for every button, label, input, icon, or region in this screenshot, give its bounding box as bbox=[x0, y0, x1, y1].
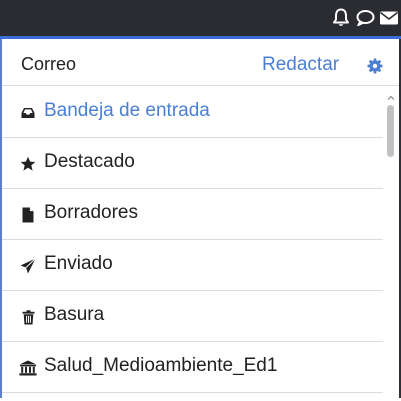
folder-item-inbox[interactable]: Bandeja de entrada bbox=[0, 87, 383, 138]
mail-panel-header: Correo Redactar bbox=[0, 42, 399, 86]
panel-left-border bbox=[0, 39, 2, 398]
inbox-icon bbox=[19, 104, 37, 122]
bell-icon[interactable] bbox=[329, 6, 353, 30]
gear-icon[interactable] bbox=[367, 58, 383, 74]
folder-list: Bandeja de entrada Destacado Borradores bbox=[0, 87, 383, 401]
folder-label: Basura bbox=[44, 304, 105, 325]
mail-dropdown-panel: Correo Redactar Bandeja de entrada Desta… bbox=[0, 36, 401, 398]
folder-label: Destacado bbox=[44, 151, 135, 172]
document-icon bbox=[19, 206, 37, 224]
folder-label: Borradores bbox=[44, 202, 138, 223]
folder-label: Enviado bbox=[44, 253, 113, 274]
trash-icon bbox=[19, 308, 37, 326]
topbar-icons bbox=[329, 6, 401, 30]
folder-item-trash[interactable]: Basura bbox=[0, 291, 383, 342]
folder-item-sent[interactable]: Enviado bbox=[0, 240, 383, 291]
paper-plane-icon bbox=[19, 257, 37, 275]
top-navbar bbox=[0, 0, 401, 36]
folder-list-scrollbar[interactable] bbox=[384, 87, 398, 401]
chat-bubble-icon[interactable] bbox=[353, 6, 377, 30]
envelope-icon[interactable] bbox=[377, 6, 401, 30]
folder-item-drafts[interactable]: Borradores bbox=[0, 189, 383, 240]
star-icon bbox=[19, 155, 37, 173]
folder-item-salud-medioambiente[interactable]: Salud_Medioambiente_Ed1 bbox=[0, 342, 383, 393]
folder-item-starred[interactable]: Destacado bbox=[0, 138, 383, 189]
panel-title: Correo bbox=[21, 54, 77, 74]
scroll-up-arrow-icon[interactable] bbox=[387, 89, 395, 100]
compose-link[interactable]: Redactar bbox=[262, 54, 339, 76]
scrollbar-thumb[interactable] bbox=[387, 105, 394, 157]
institution-icon bbox=[19, 359, 37, 377]
folder-label: Bandeja de entrada bbox=[44, 100, 210, 121]
folder-label: Salud_Medioambiente_Ed1 bbox=[44, 355, 278, 376]
